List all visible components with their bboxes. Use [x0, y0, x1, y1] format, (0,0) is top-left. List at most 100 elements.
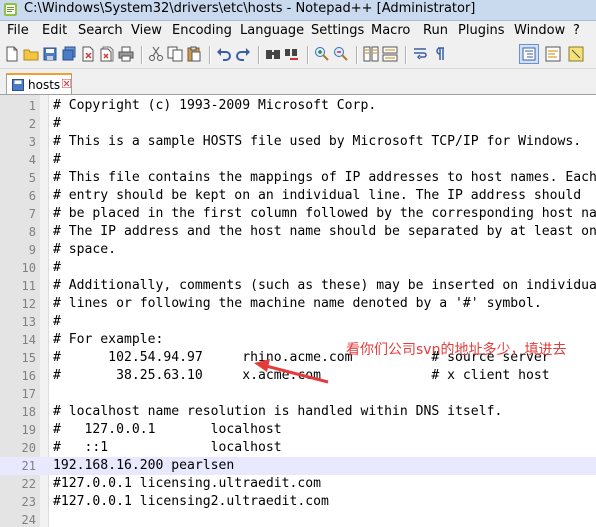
function-list-icon[interactable]: [568, 46, 584, 62]
sync-horizontal-icon[interactable]: [382, 46, 398, 62]
code-line[interactable]: 21 192.168.16.200 pearlsen: [0, 457, 596, 475]
tab-label: hosts: [28, 78, 61, 92]
line-number: 16: [21, 369, 36, 383]
menu-view[interactable]: View: [131, 23, 162, 38]
line-text: # localhost name resolution is handled w…: [53, 404, 503, 419]
line-text: # For example:: [53, 332, 164, 347]
code-line[interactable]: 13 #: [0, 313, 596, 331]
code-line[interactable]: 22 #127.0.0.1 licensing.ultraedit.com: [0, 475, 596, 493]
replace-icon[interactable]: [284, 46, 300, 62]
code-line[interactable]: 6 # entry should be kept on an individual…: [0, 187, 596, 205]
redo-icon[interactable]: [235, 46, 251, 62]
line-text: # lines or following the machine name de…: [53, 296, 542, 311]
line-text: # This is a sample HOSTS file used by Mi…: [53, 134, 582, 149]
toolbar-separator: [356, 46, 358, 64]
menu-window[interactable]: Window: [514, 23, 565, 38]
line-number: 4: [28, 153, 36, 167]
line-text: #: [53, 152, 61, 167]
close-file-icon[interactable]: [80, 46, 96, 62]
code-line[interactable]: 10 #: [0, 259, 596, 277]
line-number: 1: [28, 99, 36, 113]
word-wrap-icon[interactable]: [412, 46, 428, 62]
line-text: # Copyright (c) 1993-2009 Microsoft Corp…: [53, 98, 377, 113]
editor-area[interactable]: 1 # Copyright (c) 1993-2009 Microsoft Cor…: [0, 95, 596, 527]
menu-edit[interactable]: Edit: [42, 23, 67, 38]
line-text: # Additionally, comments (such as these)…: [53, 278, 596, 293]
toolbar-separator: [307, 46, 309, 64]
line-number: 22: [21, 477, 36, 491]
line-text: # ::1 localhost: [53, 440, 282, 455]
show-all-chars-icon[interactable]: [431, 46, 447, 62]
line-number: 6: [28, 189, 36, 203]
line-text: 192.168.16.200 pearlsen: [53, 458, 235, 473]
code-line[interactable]: 7 # be placed in the first column followe…: [0, 205, 596, 223]
code-line[interactable]: 12 # lines or following the machine name …: [0, 295, 596, 313]
code-line[interactable]: 9 # space.: [0, 241, 596, 259]
code-line[interactable]: 2 #: [0, 115, 596, 133]
zoom-in-icon[interactable]: [314, 46, 330, 62]
menu-macro[interactable]: Macro: [371, 23, 410, 38]
line-number: 19: [21, 423, 36, 437]
toolbar-separator: [405, 46, 407, 64]
zoom-out-icon[interactable]: [333, 46, 349, 62]
red-arrow: [254, 359, 329, 384]
line-text: #: [53, 260, 61, 275]
doc-map-icon[interactable]: [545, 46, 561, 62]
undo-icon[interactable]: [216, 46, 232, 62]
new-file-icon[interactable]: [4, 46, 20, 62]
toolbar-separator: [209, 46, 211, 64]
copy-icon[interactable]: [167, 46, 183, 62]
line-text: # This file contains the mappings of IP …: [53, 170, 596, 185]
code-line[interactable]: 4 #: [0, 151, 596, 169]
open-file-icon[interactable]: [23, 46, 39, 62]
find-icon[interactable]: [265, 46, 281, 62]
code-line[interactable]: 1 # Copyright (c) 1993-2009 Microsoft Cor…: [0, 97, 596, 115]
save-all-icon[interactable]: [61, 46, 77, 62]
line-text: #127.0.0.1 licensing.ultraedit.com: [53, 476, 322, 491]
code-line[interactable]: 20 # ::1 localhost: [0, 439, 596, 457]
code-line[interactable]: 19 # 127.0.0.1 localhost: [0, 421, 596, 439]
cut-icon[interactable]: [148, 46, 164, 62]
menu-plugins[interactable]: Plugins: [458, 23, 505, 38]
code-line[interactable]: 23 #127.0.0.1 licensing2.ultraedit.com: [0, 493, 596, 511]
code-line[interactable]: 11 # Additionally, comments (such as thes…: [0, 277, 596, 295]
menu-bar: File Edit Search View Encoding Language …: [0, 21, 596, 42]
code-line[interactable]: 18 # localhost name resolution is handled…: [0, 403, 596, 421]
code-line[interactable]: 24: [0, 511, 596, 527]
line-number: 12: [21, 297, 36, 311]
print-icon[interactable]: [118, 46, 134, 62]
line-number: 24: [21, 513, 36, 527]
line-number: 3: [28, 135, 36, 149]
menu-file[interactable]: File: [7, 23, 29, 38]
indent-guide-icon[interactable]: [521, 46, 537, 62]
toolbar: [0, 42, 596, 69]
line-number: 11: [21, 279, 36, 293]
save-icon[interactable]: [42, 46, 58, 62]
line-text: # be placed in the first column followed…: [53, 206, 596, 221]
line-number: 9: [28, 243, 36, 257]
code-line[interactable]: 8 # The IP address and the host name shou…: [0, 223, 596, 241]
toolbar-separator: [141, 46, 143, 64]
close-all-icon[interactable]: [99, 46, 115, 62]
menu-language[interactable]: Language: [240, 23, 304, 38]
line-number: 23: [21, 495, 36, 509]
tab-close-icon[interactable]: [62, 79, 71, 88]
tab-hosts[interactable]: hosts: [6, 73, 72, 94]
toolbar-separator: [258, 46, 260, 64]
code-line[interactable]: 5 # This file contains the mappings of IP…: [0, 169, 596, 187]
code-line[interactable]: 3 # This is a sample HOSTS file used by M…: [0, 133, 596, 151]
line-text: # The IP address and the host name shoul…: [53, 224, 596, 239]
line-number: 17: [21, 387, 36, 401]
menu-encoding[interactable]: Encoding: [172, 23, 232, 38]
notepadpp-app-icon: [4, 3, 17, 16]
saved-file-icon: [12, 79, 24, 91]
menu-search[interactable]: Search: [78, 23, 123, 38]
sync-vertical-icon[interactable]: [363, 46, 379, 62]
line-number: 2: [28, 117, 36, 131]
window-title: C:\Windows\System32\drivers\etc\hosts - …: [24, 1, 476, 16]
menu-run[interactable]: Run: [423, 23, 448, 38]
menu-settings[interactable]: Settings: [311, 23, 364, 38]
paste-icon[interactable]: [186, 46, 202, 62]
menu-help[interactable]: ?: [573, 23, 580, 38]
line-text: #: [53, 116, 61, 131]
